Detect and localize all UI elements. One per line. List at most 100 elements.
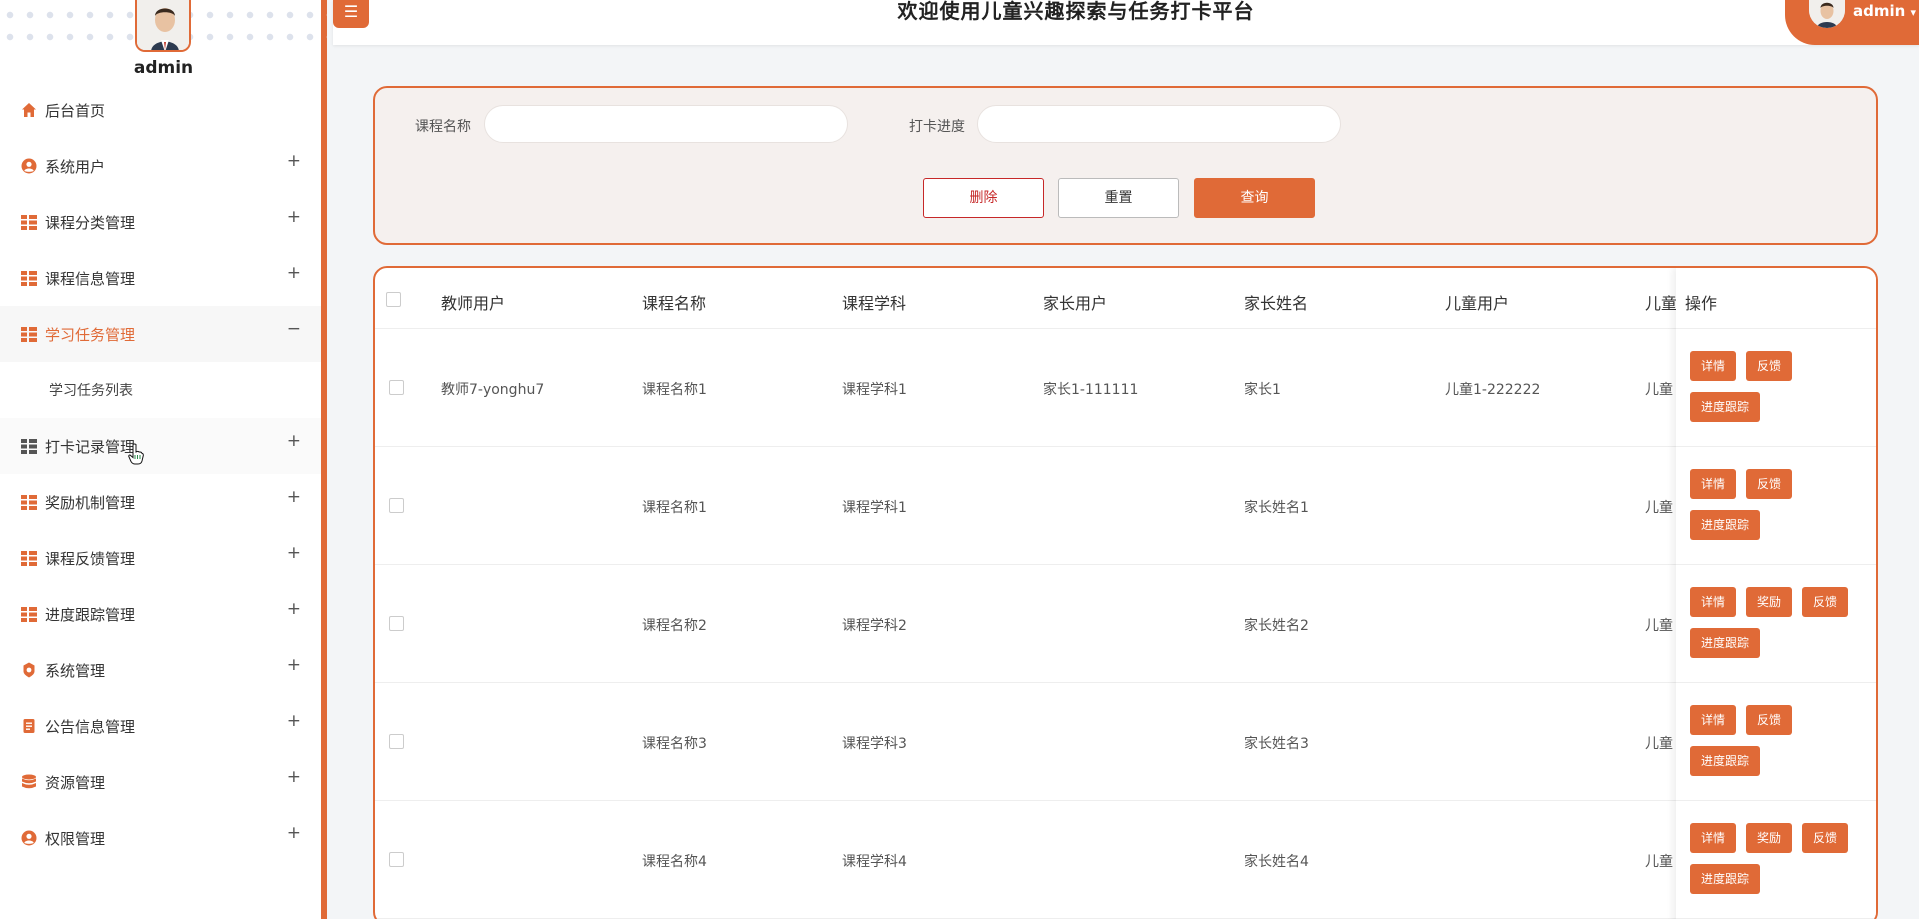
detail-button[interactable]: 详情 (1690, 351, 1736, 381)
expand-icon: + (286, 655, 301, 675)
sidebar-item-reward[interactable]: 奖励机制管理 + (0, 474, 321, 530)
sidebar-item-label: 学习任务管理 (45, 325, 136, 344)
expand-icon: + (286, 767, 301, 787)
detail-button[interactable]: 详情 (1690, 469, 1736, 499)
sidebar-item-resource[interactable]: 资源管理 + (0, 754, 321, 810)
sidebar-item-learning-task[interactable]: 学习任务管理 − (0, 306, 321, 362)
expand-icon: + (286, 711, 301, 731)
sidebar-item-label: 资源管理 (45, 773, 106, 792)
sidebar-item-course-info[interactable]: 课程信息管理 + (0, 250, 321, 306)
data-table: 教师用户 课程名称 课程学科 家长用户 家长姓名 儿童用户 儿童 教师7-yon… (373, 266, 1878, 919)
reward-button[interactable]: 奖励 (1746, 823, 1792, 853)
delete-button[interactable]: 删除 (923, 178, 1044, 218)
subject-cell: 课程学科1 (842, 382, 907, 398)
sidebar-item-checkin-record[interactable]: 打卡记录管理 + (0, 418, 321, 474)
expand-icon: + (286, 207, 301, 227)
sidebar-item-progress[interactable]: 进度跟踪管理 + (0, 586, 321, 642)
user-circle-icon (21, 158, 37, 174)
operations-column: 操作 详情 反馈 进度跟踪 详情 反馈 进度跟踪 详情 奖励 反馈 进度跟踪 详… (1676, 268, 1876, 919)
grid-icon (21, 215, 37, 230)
table-row: 教师7-yonghu7 课程名称1 课程学科1 家长1-111111 家长1 儿… (375, 329, 1876, 447)
progress-track-button[interactable]: 进度跟踪 (1690, 628, 1760, 658)
user-menu-label: admin ▾ (1853, 2, 1917, 20)
sidebar-item-label: 公告信息管理 (45, 717, 136, 736)
chevron-down-icon: ▾ (1910, 6, 1917, 19)
feedback-button[interactable]: 反馈 (1802, 587, 1848, 617)
progress-track-button[interactable]: 进度跟踪 (1690, 864, 1760, 894)
grid-icon (21, 327, 37, 342)
select-all-checkbox[interactable] (386, 292, 401, 307)
sidebar-menu: 后台首页 系统用户 + 课程分类管理 + 课程信息管理 + 学习任务管理 − 学… (0, 82, 321, 866)
progress-track-button[interactable]: 进度跟踪 (1690, 392, 1760, 422)
sidebar-username: admin (133, 58, 194, 78)
sidebar-item-label: 打卡记录管理 (45, 437, 136, 456)
child-cell: 儿童 (1645, 618, 1673, 634)
row-checkbox[interactable] (389, 380, 404, 395)
column-header: 课程名称 (642, 294, 707, 313)
sidebar-item-announcement[interactable]: 公告信息管理 + (0, 698, 321, 754)
avatar[interactable] (135, 0, 191, 52)
parent-name-cell: 家长姓名1 (1244, 500, 1309, 516)
feedback-button[interactable]: 反馈 (1746, 351, 1792, 381)
parent-user-cell: 家长1-111111 (1043, 382, 1139, 398)
user-menu[interactable]: admin ▾ (1785, 0, 1919, 45)
grid-icon (21, 495, 37, 510)
feedback-button[interactable]: 反馈 (1746, 705, 1792, 735)
grid-icon (21, 271, 37, 286)
checkin-progress-input[interactable] (977, 105, 1341, 143)
expand-icon: + (286, 431, 301, 451)
course-cell: 课程名称3 (642, 736, 707, 752)
detail-button[interactable]: 详情 (1690, 823, 1736, 853)
course-cell: 课程名称1 (642, 500, 707, 516)
database-icon (22, 774, 36, 789)
sidebar-item-label: 进度跟踪管理 (45, 605, 136, 624)
sidebar-item-feedback[interactable]: 课程反馈管理 + (0, 530, 321, 586)
expand-icon: + (286, 599, 301, 619)
search-panel: 课程名称 打卡进度 删除 重置 查询 (373, 86, 1878, 245)
course-name-input[interactable] (484, 105, 848, 143)
expand-icon: + (286, 487, 301, 507)
reset-button[interactable]: 重置 (1058, 178, 1179, 218)
row-checkbox[interactable] (389, 616, 404, 631)
sidebar-item-permission[interactable]: 权限管理 + (0, 810, 321, 866)
row-checkbox[interactable] (389, 498, 404, 513)
operations-header: 操作 (1676, 268, 1876, 329)
detail-button[interactable]: 详情 (1690, 587, 1736, 617)
top-bar: ☰ 欢迎使用儿童兴趣探索与任务打卡平台 admin ▾ (333, 0, 1919, 45)
child-user-cell: 儿童1-222222 (1445, 382, 1541, 398)
reward-button[interactable]: 奖励 (1746, 587, 1792, 617)
progress-track-button[interactable]: 进度跟踪 (1690, 510, 1760, 540)
grid-icon (21, 439, 37, 454)
operations-row: 详情 反馈 进度跟踪 (1676, 683, 1876, 801)
child-cell: 儿童 (1645, 854, 1673, 870)
sidebar-item-system[interactable]: 系统管理 + (0, 642, 321, 698)
sidebar-item-course-category[interactable]: 课程分类管理 + (0, 194, 321, 250)
gear-icon (23, 662, 35, 678)
course-cell: 课程名称1 (642, 382, 707, 398)
query-button[interactable]: 查询 (1194, 178, 1315, 218)
progress-track-button[interactable]: 进度跟踪 (1690, 746, 1760, 776)
sidebar-item-home[interactable]: 后台首页 (0, 82, 321, 138)
sidebar-item-label: 后台首页 (45, 101, 106, 120)
subject-cell: 课程学科4 (842, 854, 907, 870)
document-icon (23, 719, 35, 733)
detail-button[interactable]: 详情 (1690, 705, 1736, 735)
course-cell: 课程名称2 (642, 618, 707, 634)
feedback-button[interactable]: 反馈 (1746, 469, 1792, 499)
sidebar: admin 后台首页 系统用户 + 课程分类管理 + 课程信息管理 + 学习任务… (0, 0, 327, 919)
expand-icon: + (286, 823, 301, 843)
course-name-label: 课程名称 (415, 119, 471, 135)
table-row: 课程名称3 课程学科3 家长姓名3 儿童 (375, 683, 1876, 801)
grid-icon (21, 607, 37, 622)
row-checkbox[interactable] (389, 734, 404, 749)
sidebar-subitem-learning-task-list[interactable]: 学习任务列表 (0, 362, 321, 418)
teacher-cell: 教师7-yonghu7 (441, 382, 545, 398)
avatar (1809, 0, 1845, 28)
home-icon (22, 103, 36, 117)
feedback-button[interactable]: 反馈 (1802, 823, 1848, 853)
sidebar-item-label: 系统管理 (45, 661, 106, 680)
sidebar-item-system-users[interactable]: 系统用户 + (0, 138, 321, 194)
row-checkbox[interactable] (389, 852, 404, 867)
child-cell: 儿童 (1645, 736, 1673, 752)
table-header: 教师用户 课程名称 课程学科 家长用户 家长姓名 儿童用户 儿童 (375, 268, 1876, 329)
